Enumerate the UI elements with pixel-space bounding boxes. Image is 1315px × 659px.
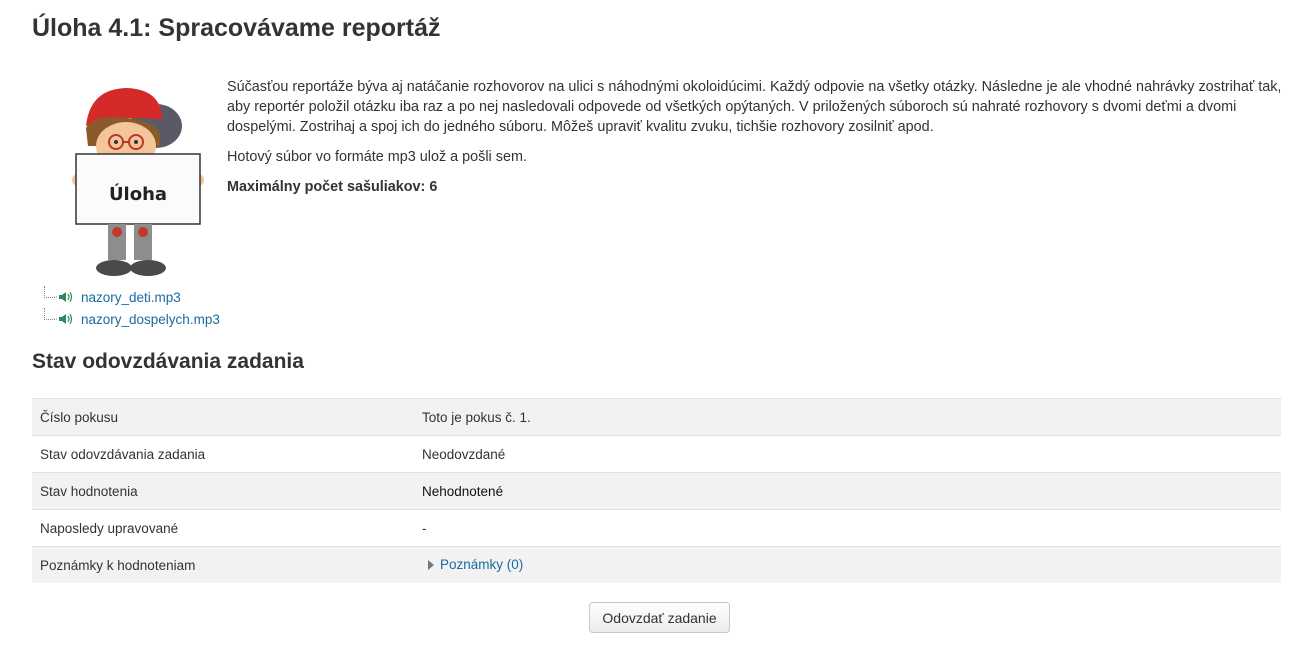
sign-text: Úloha	[109, 183, 167, 205]
row-label: Stav hodnotenia	[32, 472, 414, 510]
file-item: nazory_deti.mp3	[44, 286, 220, 308]
task-description: Súčasťou reportáže býva aj natáčanie roz…	[227, 77, 1287, 207]
task-illustration: Úloha	[72, 88, 204, 276]
submission-status-heading: Stav odovzdávania zadania	[32, 350, 304, 373]
table-row: Stav hodnotenia Nehodnotené	[32, 472, 1281, 510]
file-link-nazory-dospelych[interactable]: nazory_dospelych.mp3	[81, 312, 220, 327]
max-score: Maximálny počet sašuliakov: 6	[227, 179, 438, 195]
page-title: Úloha 4.1: Spracovávame reportáž	[32, 14, 441, 42]
file-link-nazory-deti[interactable]: nazory_deti.mp3	[81, 290, 181, 305]
comments-toggle[interactable]: Poznámky (0)	[422, 557, 523, 572]
row-label: Stav odovzdávania zadania	[32, 435, 414, 473]
submission-status-value: Neodovzdané	[414, 435, 1281, 473]
attached-files: nazory_deti.mp3 nazory_dospelych.mp3	[44, 286, 220, 330]
last-modified-value: -	[414, 509, 1281, 547]
submit-assignment-button[interactable]: Odovzdať zadanie	[589, 602, 730, 633]
audio-file-icon	[54, 291, 73, 303]
grading-status-value: Nehodnotené	[414, 472, 1281, 510]
expand-triangle-icon	[428, 559, 434, 570]
instruction-paragraph: Hotový súbor vo formáte mp3 ulož a pošli…	[227, 149, 527, 165]
submission-status-table: Číslo pokusu Toto je pokus č. 1. Stav od…	[32, 398, 1281, 583]
row-label: Poznámky k hodnoteniam	[32, 546, 414, 583]
table-row: Stav odovzdávania zadania Neodovzdané	[32, 435, 1281, 473]
description-paragraph: Súčasťou reportáže býva aj natáčanie roz…	[227, 79, 1282, 135]
audio-file-icon	[54, 313, 73, 325]
attempt-number-value: Toto je pokus č. 1.	[414, 398, 1281, 436]
table-row: Naposledy upravované -	[32, 509, 1281, 547]
row-label: Číslo pokusu	[32, 398, 414, 436]
submission-comments-cell: Poznámky (0)	[414, 546, 1281, 583]
file-item: nazory_dospelych.mp3	[44, 308, 220, 330]
row-label: Naposledy upravované	[32, 509, 414, 547]
table-row: Číslo pokusu Toto je pokus č. 1.	[32, 398, 1281, 436]
comments-link[interactable]: Poznámky (0)	[440, 557, 523, 572]
table-row: Poznámky k hodnoteniam Poznámky (0)	[32, 546, 1281, 583]
